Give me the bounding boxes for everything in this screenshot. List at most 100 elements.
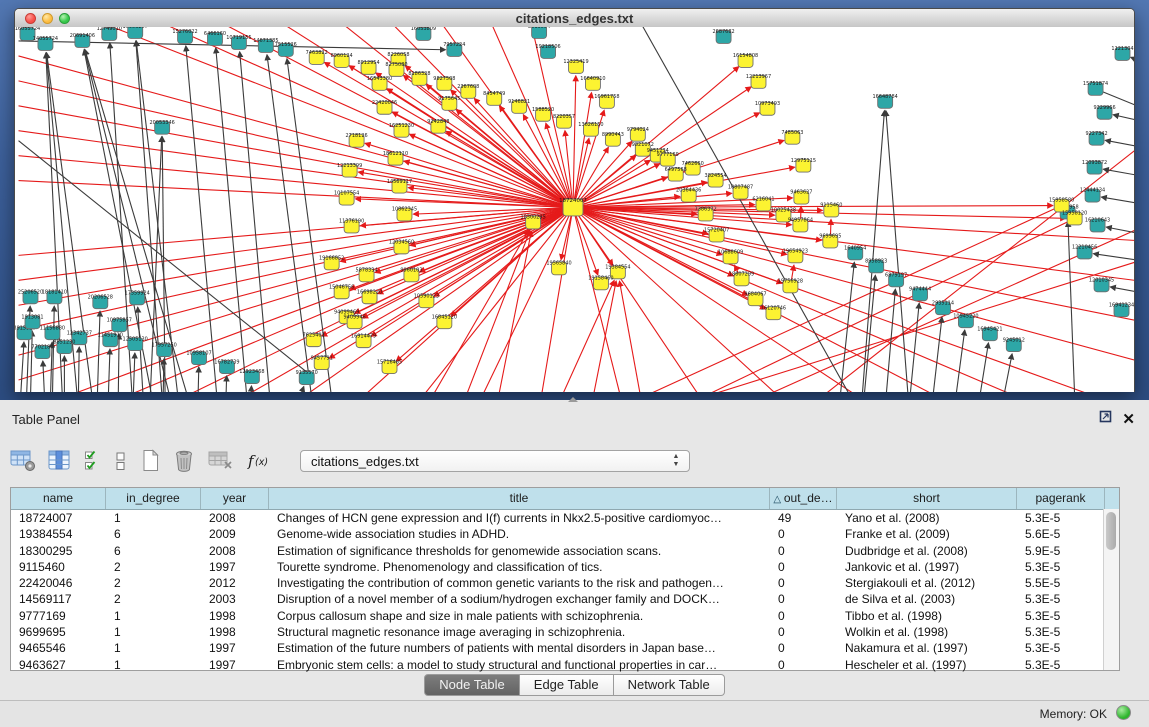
- cell[interactable]: Hescheler et al. (1997): [837, 657, 1017, 673]
- graph-node-10958107[interactable]: 10958107: [186, 350, 211, 364]
- graph-node-2687682[interactable]: 2687682: [713, 29, 735, 43]
- graph-node-15751874[interactable]: 15751874: [1083, 81, 1108, 95]
- graph-node-8990443[interactable]: 8990443: [602, 132, 624, 146]
- graph-node-12749010[interactable]: 12749010: [97, 27, 122, 40]
- cell[interactable]: 1997: [201, 640, 269, 656]
- table-row[interactable]: 946554611997Estimation of the future num…: [11, 640, 1119, 656]
- graph-node-9794024[interactable]: 9794024: [627, 127, 649, 141]
- cell[interactable]: 0: [770, 591, 837, 607]
- scrollbar-thumb[interactable]: [1106, 512, 1116, 550]
- cell[interactable]: 5.5E-5: [1017, 575, 1105, 591]
- table-row[interactable]: 969969511998Structural magnetic resonanc…: [11, 624, 1119, 640]
- table-row[interactable]: 2242004622012Investigating the contribut…: [11, 575, 1119, 591]
- panel-divider-handle[interactable]: [568, 397, 578, 402]
- graph-node-12923468[interactable]: 12923468: [239, 369, 264, 383]
- cell[interactable]: 49: [770, 510, 837, 526]
- graph-node-16945421[interactable]: 16945421: [977, 326, 1002, 340]
- column-header-in_degree[interactable]: in_degree: [106, 488, 201, 509]
- graph-node-9684067[interactable]: 9684067: [744, 291, 766, 305]
- cell[interactable]: Estimation of the future numbers of pati…: [269, 640, 770, 656]
- graph-node-12444134[interactable]: 12444134: [1080, 188, 1105, 202]
- cell[interactable]: 0: [770, 575, 837, 591]
- graph-node-1588520[interactable]: 1588520: [532, 107, 554, 121]
- cell[interactable]: Tourette syndrome. Phenomenology and cla…: [269, 559, 770, 575]
- graph-node-9242848[interactable]: 9242848: [427, 119, 449, 133]
- cell[interactable]: 0: [770, 608, 837, 624]
- graph-node-16210643[interactable]: 16210643: [1085, 218, 1110, 232]
- graph-node-16154808[interactable]: 16154808: [733, 53, 758, 67]
- cell[interactable]: Wolkin et al. (1998): [837, 624, 1017, 640]
- close-panel-icon[interactable]: ✕: [1122, 413, 1135, 426]
- graph-node-8813054[interactable]: 8813054: [528, 27, 550, 38]
- tab-network-table[interactable]: Network Table: [614, 674, 725, 696]
- graph-node-16648784[interactable]: 16648784: [873, 94, 898, 108]
- column-header-pagerank[interactable]: pagerank: [1017, 488, 1105, 509]
- cell[interactable]: Dudbridge et al. (2008): [837, 543, 1017, 559]
- cell[interactable]: 0: [770, 640, 837, 656]
- graph-node-9146821[interactable]: 9146821: [508, 99, 530, 113]
- cell[interactable]: 2008: [201, 510, 269, 526]
- cell[interactable]: Disruption of a novel member of a sodium…: [269, 591, 770, 607]
- graph-node-13626150[interactable]: 13626150: [578, 122, 603, 136]
- cell[interactable]: de Silva et al. (2003): [837, 591, 1017, 607]
- graph-node-7515526[interactable]: 7515526: [275, 42, 297, 56]
- cell[interactable]: Franke et al. (2009): [837, 526, 1017, 542]
- cell[interactable]: 5.3E-5: [1017, 608, 1105, 624]
- graph-node-9135570[interactable]: 9135570: [296, 370, 318, 384]
- graph-node-2367608[interactable]: 2367608: [457, 84, 479, 98]
- cell[interactable]: 19384554: [11, 526, 106, 542]
- graph-node-9227342[interactable]: 9227342: [1085, 131, 1107, 145]
- cell[interactable]: 22420046: [11, 575, 106, 591]
- graph-node-10862345[interactable]: 10862345: [392, 207, 417, 221]
- graph-node-16120746[interactable]: 16120746: [761, 305, 786, 319]
- cell[interactable]: 2003: [201, 591, 269, 607]
- graph-node-12325419[interactable]: 12325419: [563, 59, 588, 73]
- graph-node-12213967[interactable]: 12213967: [746, 74, 771, 88]
- cell[interactable]: 5.9E-5: [1017, 543, 1105, 559]
- graph-node-10945220[interactable]: 10945220: [953, 313, 978, 327]
- graph-node-12010345[interactable]: 12010345: [1089, 278, 1114, 292]
- table-column-icon[interactable]: [48, 450, 72, 472]
- table-row[interactable]: 977716911998Corpus callosum shape and si…: [11, 608, 1119, 624]
- cell[interactable]: Estimation of significance thresholds fo…: [269, 543, 770, 559]
- new-document-icon[interactable]: [140, 449, 160, 473]
- cell[interactable]: 5.3E-5: [1017, 510, 1105, 526]
- graph-node-8960124[interactable]: 8960124: [331, 53, 353, 67]
- graph-node-6879197[interactable]: 6879197: [885, 273, 907, 287]
- cell[interactable]: 9463627: [11, 657, 106, 673]
- cell[interactable]: Tibbo et al. (1998): [837, 608, 1017, 624]
- graph-node-10590123[interactable]: 10590123: [414, 293, 439, 307]
- graph-node-6497568[interactable]: 6497568: [665, 167, 687, 181]
- graph-node-18724007[interactable]: 18724007: [559, 198, 587, 216]
- cell[interactable]: 1997: [201, 559, 269, 575]
- graph-node-7702180[interactable]: 7702180: [31, 344, 53, 358]
- cell[interactable]: 9465546: [11, 640, 106, 656]
- cell[interactable]: 6: [106, 543, 201, 559]
- cell[interactable]: Structural magnetic resonance image aver…: [269, 624, 770, 640]
- cell[interactable]: 2: [106, 559, 201, 575]
- cell[interactable]: Genome-wide association studies in ADHD.: [269, 526, 770, 542]
- graph-node-10107554[interactable]: 10107554: [334, 191, 359, 205]
- cell[interactable]: Embryonic stem cells: a model to study s…: [269, 657, 770, 673]
- cell[interactable]: 2012: [201, 575, 269, 591]
- cell[interactable]: 0: [770, 624, 837, 640]
- graph-node-9245012[interactable]: 9245012: [1003, 337, 1025, 351]
- stacked-cells-icon[interactable]: [114, 450, 128, 472]
- cell[interactable]: 1: [106, 608, 201, 624]
- graph-node-12093872[interactable]: 12093872: [1082, 160, 1107, 174]
- graph-node-16053809[interactable]: 16053809: [411, 27, 436, 40]
- tab-edge-table[interactable]: Edge Table: [520, 674, 614, 696]
- graph-node-17359924[interactable]: 17359924: [125, 290, 150, 304]
- cell[interactable]: 9777169: [11, 608, 106, 624]
- cell[interactable]: 1998: [201, 608, 269, 624]
- graph-node-12034560[interactable]: 12034560: [389, 240, 414, 254]
- graph-node-12975115[interactable]: 12975115: [791, 158, 816, 172]
- graph-node-1640954[interactable]: 1640954: [844, 246, 866, 260]
- table-row[interactable]: 1456911722003Disruption of a novel membe…: [11, 591, 1119, 607]
- vertical-scrollbar[interactable]: [1103, 509, 1119, 670]
- cell[interactable]: 0: [770, 559, 837, 575]
- table-row[interactable]: 946362711997Embryonic stem cells: a mode…: [11, 657, 1119, 673]
- graph-node-19654923[interactable]: 19654923: [783, 249, 808, 263]
- cell[interactable]: 18300295: [11, 543, 106, 559]
- graph-node-7463822[interactable]: 7463822: [306, 50, 328, 64]
